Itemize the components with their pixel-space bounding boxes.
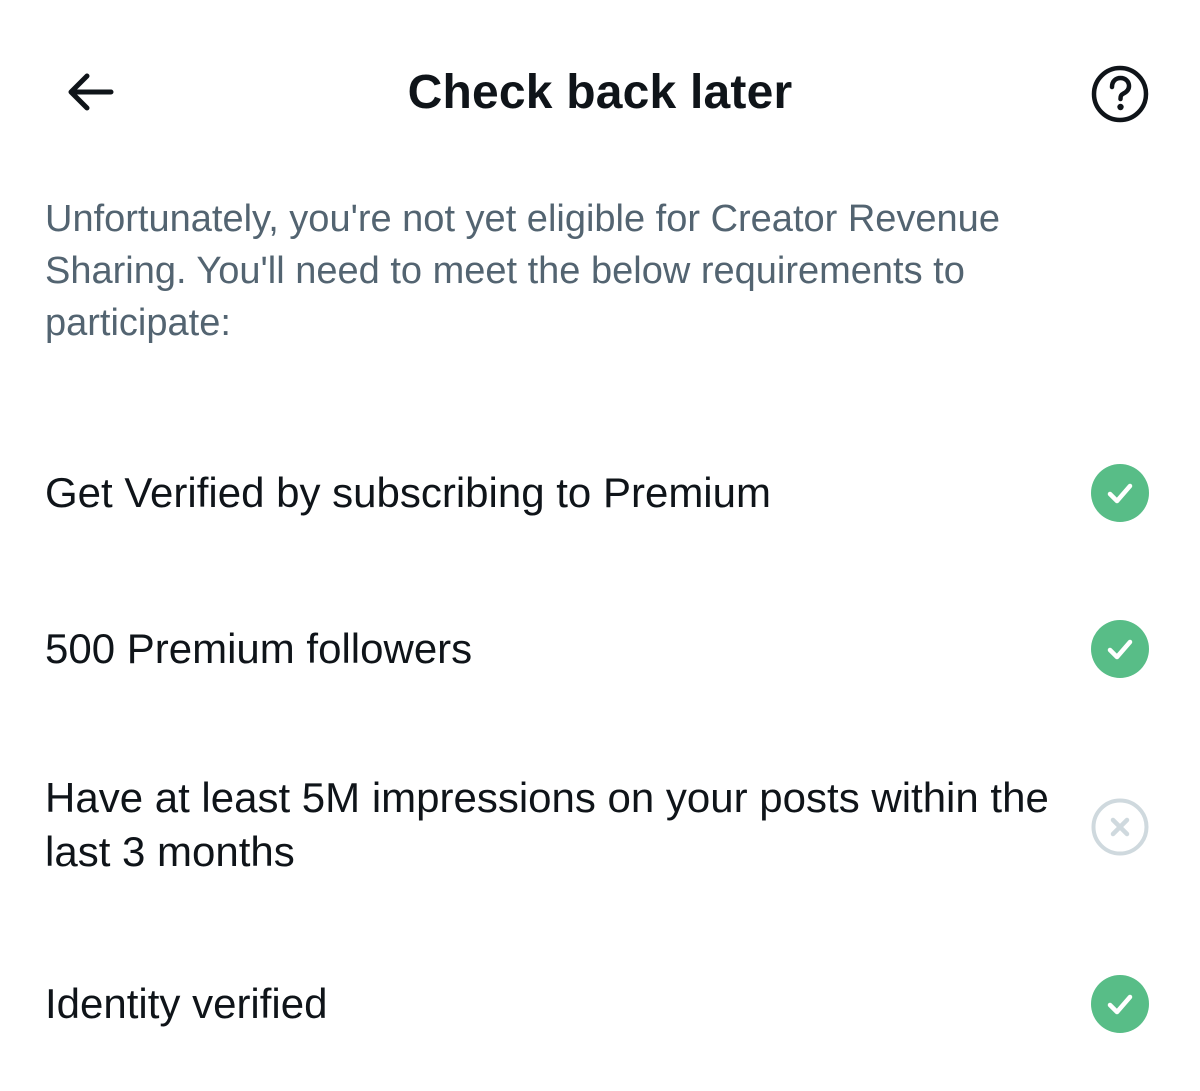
requirement-row-followers: 500 Premium followers [45, 619, 1155, 679]
requirement-label: Identity verified [45, 980, 328, 1027]
requirement-label: Get Verified by subscribing to Premium [45, 469, 771, 516]
check-circle-icon [1090, 463, 1150, 523]
requirement-row-verified: Get Verified by subscribing to Premium [45, 463, 1155, 523]
requirement-row-impressions: Have at least 5M impressions on your pos… [45, 771, 1155, 881]
x-circle-icon [1090, 797, 1150, 857]
requirement-label: Have at least 5M impressions on your pos… [45, 774, 1049, 875]
header-bar: Check back later [0, 0, 1200, 185]
question-circle-icon [1090, 64, 1150, 129]
check-circle-icon [1090, 974, 1150, 1034]
help-button[interactable] [1090, 64, 1150, 129]
requirement-label: 500 Premium followers [45, 625, 473, 672]
page-title: Check back later [407, 66, 793, 119]
requirement-row-identity: Identity verified [45, 974, 1155, 1034]
eligibility-description: Unfortunately, you're not yet eligible f… [45, 198, 1000, 344]
check-circle-icon [1090, 619, 1150, 679]
